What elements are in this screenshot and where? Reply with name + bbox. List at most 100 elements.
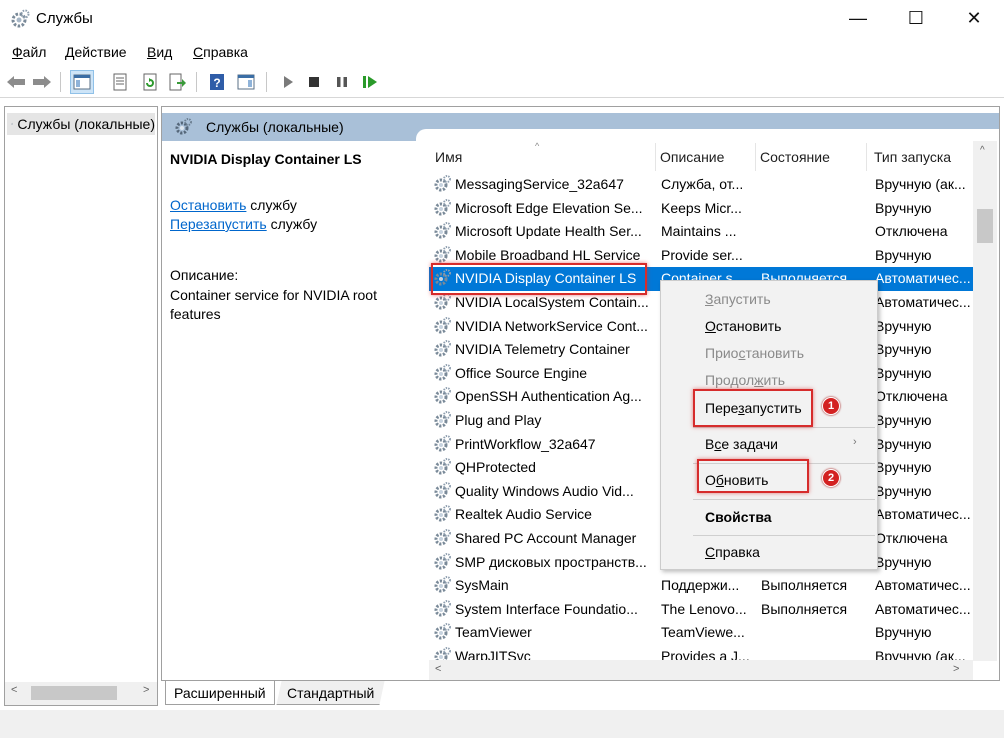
menu-help[interactable]: Справка <box>193 44 248 60</box>
forward-arrow-icon <box>33 76 51 88</box>
service-startup-type: Отключена <box>875 388 948 405</box>
service-gear-icon <box>434 245 451 263</box>
service-gear-icon <box>434 576 451 593</box>
restart-service-button[interactable] <box>358 70 382 94</box>
table-row[interactable]: MessagingService_32a647 Служба, от... Вруч… <box>429 173 985 197</box>
action-pane-button[interactable] <box>234 70 258 94</box>
service-gear-icon <box>434 222 451 239</box>
help-button[interactable]: ? <box>205 70 229 94</box>
service-startup-type: Вручную (ак... <box>875 176 966 192</box>
scroll-left-icon[interactable]: < <box>435 663 441 675</box>
properties-button[interactable] <box>108 70 132 94</box>
menu-separator <box>693 535 875 536</box>
service-startup-type: Вручную <box>875 317 932 334</box>
restart-service-action: Перезапустить службу <box>170 216 317 232</box>
close-button[interactable]: ✕ <box>946 0 1002 36</box>
table-row[interactable]: TeamViewer TeamViewe... Вручную <box>429 621 985 645</box>
minimize-button[interactable]: — <box>830 0 886 36</box>
service-gear-icon <box>434 198 451 216</box>
service-gear-icon <box>434 647 451 661</box>
tree-item-services-local[interactable]: Службы (локальные) <box>7 113 155 135</box>
column-header-startup-type[interactable]: Тип запуска <box>874 149 951 165</box>
service-gear-icon <box>434 529 451 546</box>
scroll-left-icon[interactable]: < <box>11 684 17 696</box>
menu-item-help[interactable]: Справка <box>705 544 760 560</box>
menu-item-all-tasks[interactable]: Все задачи <box>705 436 778 452</box>
step-badge-2: 2 <box>822 469 840 487</box>
table-row[interactable]: Microsoft Update Health Ser... Maintains … <box>429 220 985 244</box>
maximize-button[interactable]: ☐ <box>888 0 944 36</box>
column-divider[interactable] <box>655 143 656 171</box>
service-status: Выполняется <box>761 577 848 594</box>
table-row[interactable]: SysMain Поддержи... Выполняется Автоматичес… <box>429 574 985 598</box>
service-name: NVIDIA LocalSystem Contain... <box>455 294 649 310</box>
refresh-button[interactable] <box>138 70 162 94</box>
service-name: OpenSSH Authentication Ag... <box>455 388 642 405</box>
menu-item-properties[interactable]: Свойства <box>705 509 772 525</box>
service-status: Выполняется <box>761 600 848 617</box>
export-list-button[interactable] <box>166 70 190 94</box>
table-row[interactable]: WarpJITSvc Provides a J... Вручную (ак... <box>429 645 985 661</box>
show-console-tree-icon <box>73 74 91 90</box>
scroll-right-icon[interactable]: > <box>953 663 959 675</box>
service-gear-icon <box>434 363 451 381</box>
scroll-right-icon[interactable]: > <box>143 684 149 696</box>
service-name: Microsoft Edge Elevation Se... <box>455 199 643 216</box>
menu-file[interactable]: Файл <box>12 44 46 60</box>
service-startup-type: Автоматичес... <box>875 600 971 617</box>
scroll-up-icon[interactable]: ^ <box>980 145 985 156</box>
service-name: PrintWorkflow_32a647 <box>455 435 596 452</box>
service-gear-icon <box>434 481 451 499</box>
service-name: System Interface Foundatio... <box>455 600 638 617</box>
description-text: Container service for NVIDIA root featur… <box>170 287 377 322</box>
link-suffix: службу <box>266 216 318 232</box>
highlight-restart <box>693 389 813 427</box>
forward-button[interactable] <box>30 70 54 94</box>
table-row[interactable]: System Interface Foundatio... The Lenovo.… <box>429 598 985 622</box>
menu-item-stop[interactable]: Остановить <box>705 318 781 334</box>
service-startup-type: Отключена <box>875 530 948 546</box>
pause-service-button[interactable] <box>330 70 354 94</box>
stop-service-button[interactable] <box>302 70 326 94</box>
column-divider[interactable] <box>866 143 867 171</box>
back-button[interactable] <box>4 70 28 94</box>
menu-item-start[interactable]: Запустить <box>705 291 771 307</box>
menu-view[interactable]: Вид <box>147 44 172 60</box>
menu-item-resume[interactable]: Продолжить <box>705 372 785 388</box>
toolbar: ? <box>0 66 1004 98</box>
start-service-button[interactable] <box>276 70 300 94</box>
selected-service-title: NVIDIA Display Container LS <box>170 151 362 167</box>
column-header-status[interactable]: Состояние <box>760 149 830 165</box>
list-horizontal-scrollbar[interactable]: < > <box>429 660 973 680</box>
column-divider[interactable] <box>755 143 756 171</box>
services-gear-icon <box>11 9 30 28</box>
step-badge-1: 1 <box>822 397 840 415</box>
service-name: Quality Windows Audio Vid... <box>455 482 634 499</box>
tab-standard[interactable]: Стандартный <box>276 681 385 705</box>
show-console-tree-button[interactable] <box>70 70 94 94</box>
stop-service-link[interactable]: Остановить <box>170 197 246 213</box>
restart-service-link[interactable]: Перезапустить <box>170 216 267 232</box>
description-label: Описание: <box>170 267 239 283</box>
tree-horizontal-scrollbar[interactable]: < > <box>4 682 158 706</box>
scrollbar-thumb[interactable] <box>31 686 117 700</box>
list-vertical-scrollbar[interactable]: ^ <box>973 141 997 661</box>
status-bar <box>0 710 1004 738</box>
service-name: Shared PC Account Manager <box>455 530 637 546</box>
menu-separator <box>693 499 875 500</box>
scrollbar-thumb[interactable] <box>977 209 993 243</box>
service-gear-icon <box>434 293 451 310</box>
menu-action[interactable]: Действие <box>65 44 127 60</box>
table-row[interactable]: Microsoft Edge Elevation Se... Keeps Micr… <box>429 197 985 221</box>
highlight-refresh <box>697 459 809 493</box>
service-name: Mobile Broadband HL Service <box>455 246 641 263</box>
column-header-description[interactable]: Описание <box>660 149 724 165</box>
menu-item-pause[interactable]: Приостановить <box>705 345 804 361</box>
service-gear-icon <box>434 552 451 570</box>
title-bar: Службы — ☐ ✕ <box>0 0 1004 38</box>
service-gear-icon <box>434 340 451 357</box>
tab-extended[interactable]: Расширенный <box>165 681 275 705</box>
column-header-name[interactable]: Имя <box>435 149 462 165</box>
close-icon: ✕ <box>966 7 982 28</box>
service-startup-type: Вручную <box>875 482 932 499</box>
